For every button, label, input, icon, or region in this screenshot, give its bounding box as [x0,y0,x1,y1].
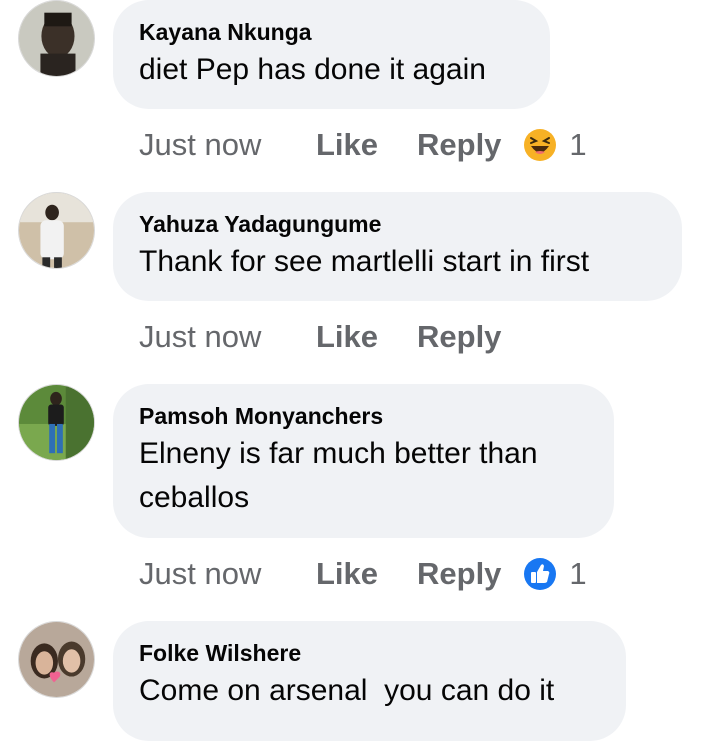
haha-laughing-emoji-icon[interactable] [523,128,557,162]
avatar[interactable] [18,621,95,698]
reply-button[interactable]: Reply [417,319,501,355]
comment-text: Thank for see martlelli start in first [139,245,590,278]
comment-text-line: ceballos [139,481,250,514]
avatar[interactable] [18,384,95,461]
comment-bubble: Yahuza Yadagungume Thank for see martlel… [113,192,682,301]
like-button[interactable]: Like [316,556,417,592]
comment-author[interactable]: Folke Wilshere [139,639,600,667]
like-button[interactable]: Like [316,319,417,355]
avatar[interactable] [18,192,95,269]
comment-actions: Just now Like Reply 1 [139,554,587,594]
comment-author[interactable]: Pamsoh Monyanchers [139,402,588,430]
reply-button[interactable]: Reply [417,127,501,163]
comment-actions: Just now Like Reply [139,317,523,357]
comment-author[interactable]: Yahuza Yadagungume [139,210,656,238]
comment-text: Elneny is far much better than ceballos [139,432,588,520]
reply-button[interactable]: Reply [417,556,501,592]
comment-timestamp[interactable]: Just now [139,556,316,592]
avatar[interactable] [18,0,95,77]
comment-actions: Just now Like Reply 1 [139,125,587,165]
comment-text: Come on arsenal you can do it [139,674,555,707]
reaction-count[interactable]: 1 [569,127,586,163]
comment-timestamp[interactable]: Just now [139,127,316,163]
like-thumbs-up-icon[interactable] [523,557,557,591]
comment-text: diet Pep has done it again [139,53,486,86]
comment-text-line: Elneny is far much better than [139,437,538,470]
comment-author[interactable]: Kayana Nkunga [139,18,524,46]
comment-bubble: Folke Wilshere Come on arsenal you can d… [113,621,626,741]
reaction-count[interactable]: 1 [569,556,586,592]
comment-timestamp[interactable]: Just now [139,319,316,355]
like-button[interactable]: Like [316,127,417,163]
comment-bubble: Pamsoh Monyanchers Elneny is far much be… [113,384,614,538]
comment-bubble: Kayana Nkunga diet Pep has done it again [113,0,550,109]
